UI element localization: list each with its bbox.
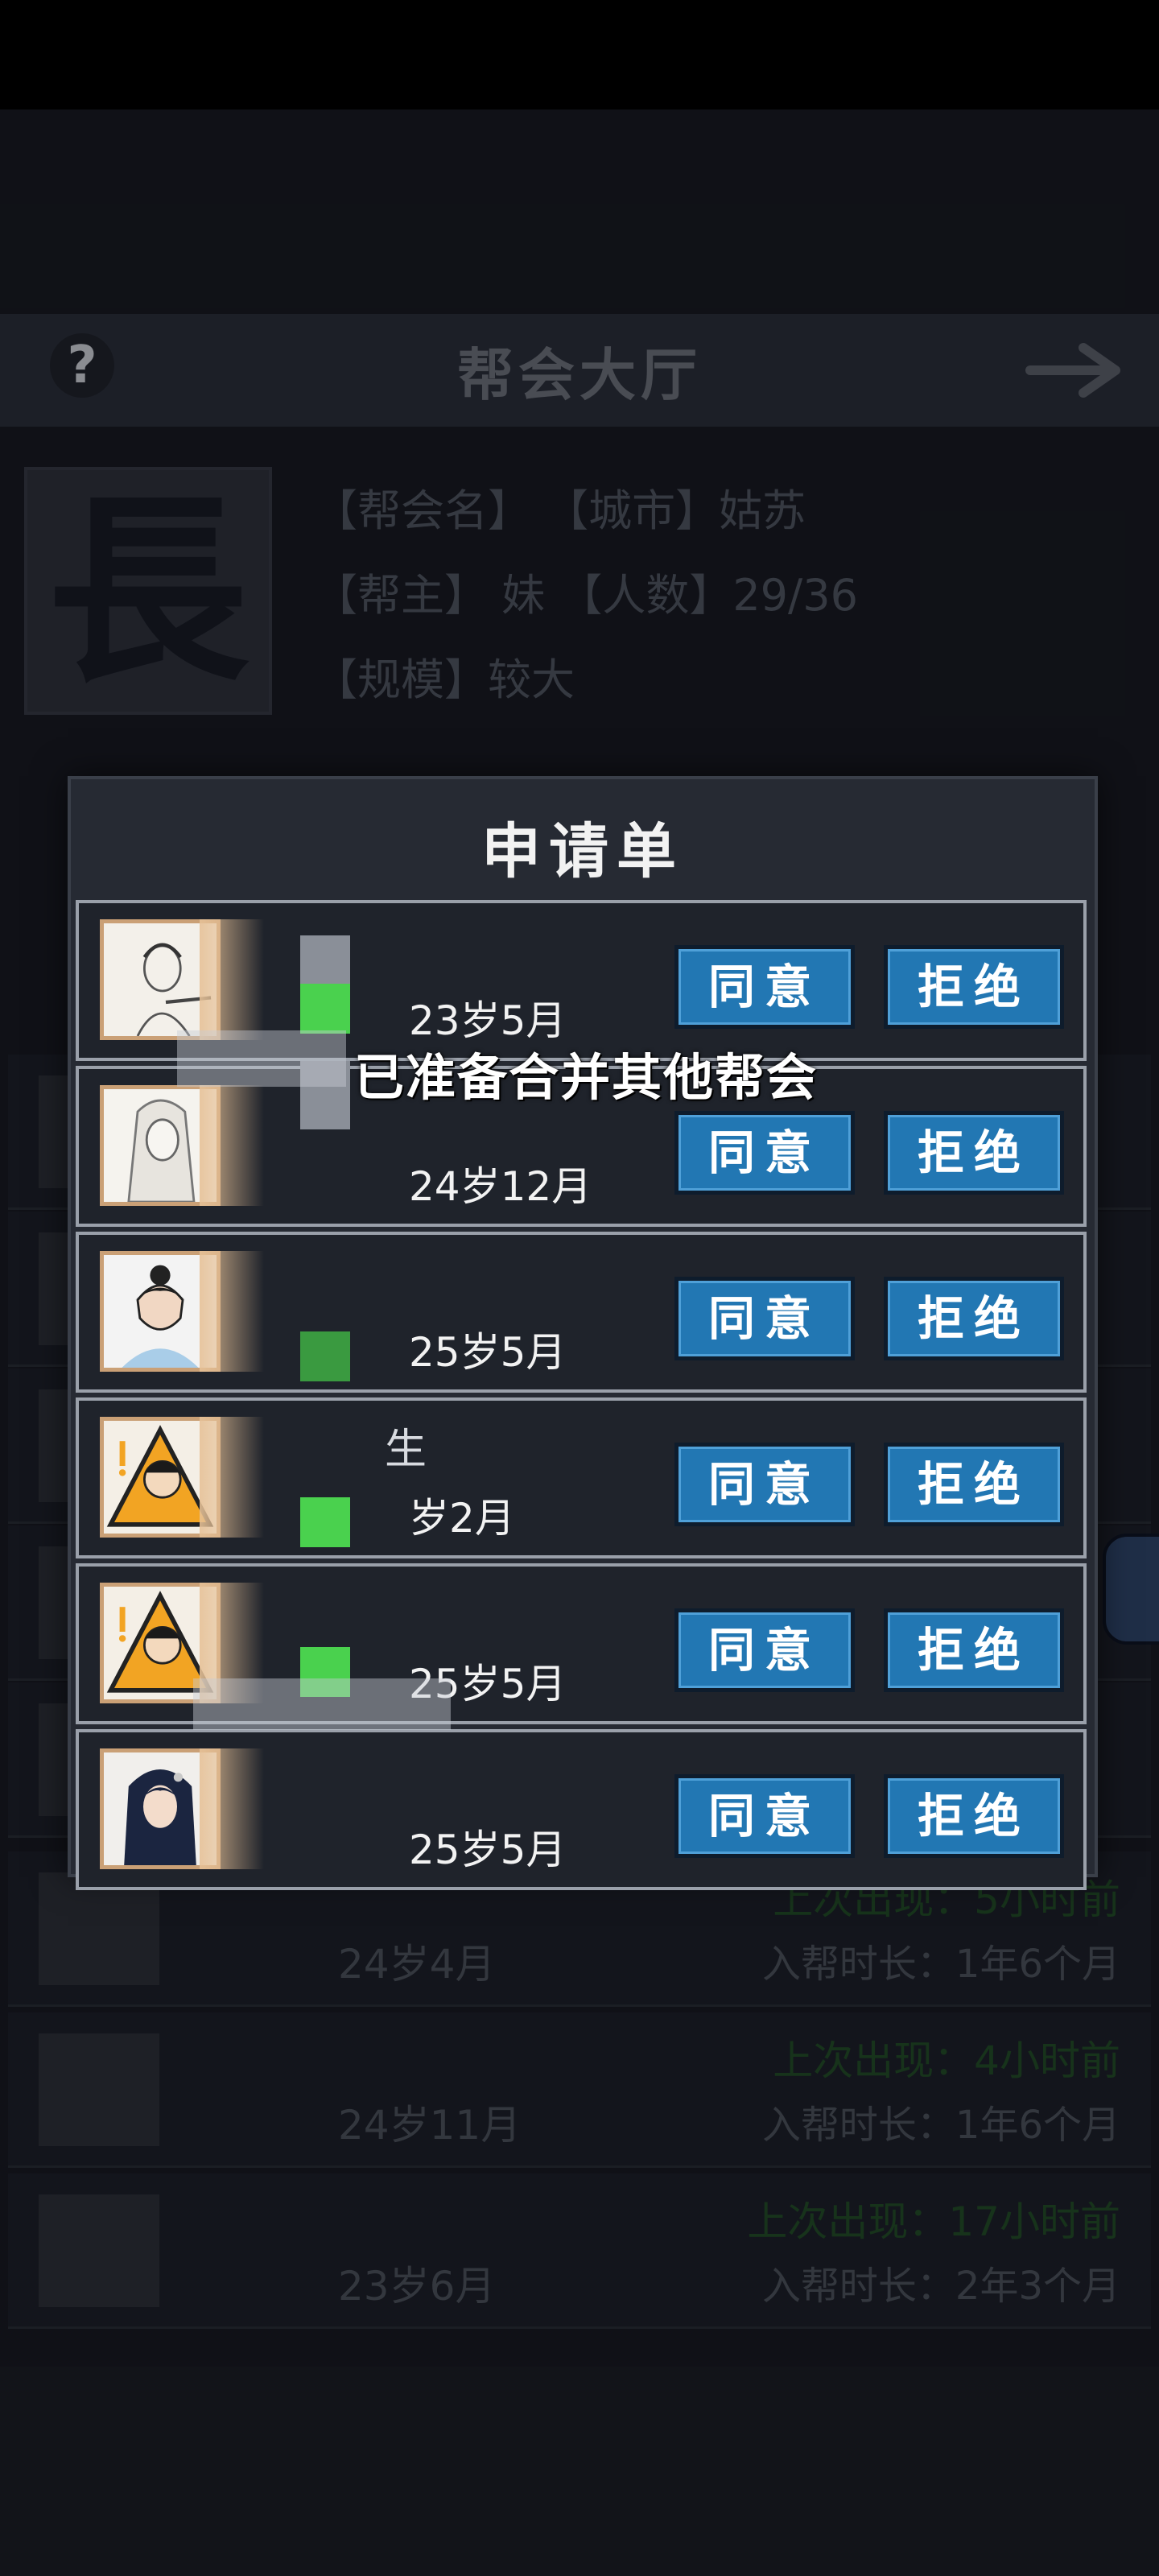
dialog-title: 申请单 xyxy=(481,817,684,886)
accept-button[interactable]: 同意 xyxy=(674,1774,855,1858)
applicant-age: 岁2月 xyxy=(409,1495,515,1542)
reject-button[interactable]: 拒绝 xyxy=(884,1774,1064,1858)
applicant-age: 25岁5月 xyxy=(409,1827,567,1873)
applicant-row: 25岁5月 同意 拒绝 xyxy=(76,1729,1087,1890)
redaction-bar xyxy=(193,1678,451,1730)
redaction-bar xyxy=(177,1030,346,1087)
status-bar xyxy=(0,0,1159,109)
accept-button[interactable]: 同意 xyxy=(674,1608,855,1692)
reject-button[interactable]: 拒绝 xyxy=(884,1443,1064,1526)
reject-button[interactable]: 拒绝 xyxy=(884,1111,1064,1195)
reject-button[interactable]: 拒绝 xyxy=(884,1277,1064,1360)
accept-button[interactable]: 同意 xyxy=(674,1443,855,1526)
reject-button[interactable]: 拒绝 xyxy=(884,945,1064,1029)
accept-button[interactable]: 同意 xyxy=(674,1111,855,1195)
applicant-row: 25岁5月 同意 拒绝 xyxy=(76,1232,1087,1393)
accept-button[interactable]: 同意 xyxy=(674,945,855,1029)
bottom-area xyxy=(0,2367,1159,2576)
applicant-age: 25岁5月 xyxy=(409,1329,567,1376)
reject-button[interactable]: 拒绝 xyxy=(884,1608,1064,1692)
applicant-age: 24岁12月 xyxy=(409,1163,592,1210)
toast-message: 已准备合并其他帮会 xyxy=(354,1048,819,1107)
accept-button[interactable]: 同意 xyxy=(674,1277,855,1360)
applicant-row: 生 岁2月 同意 拒绝 xyxy=(76,1397,1087,1558)
applicant-name: 生 xyxy=(385,1426,427,1474)
